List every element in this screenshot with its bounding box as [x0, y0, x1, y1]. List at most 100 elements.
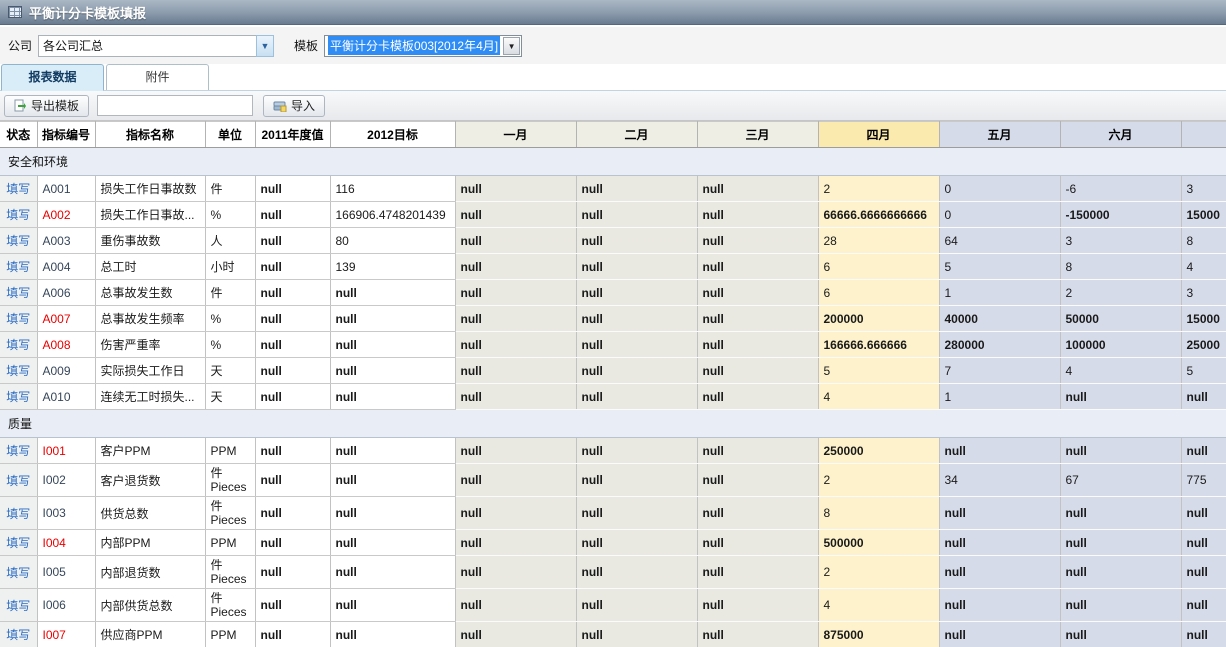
cell-2011-value: null — [255, 622, 330, 647]
tab-attachments[interactable]: 附件 — [106, 64, 209, 90]
cell-2011-value: null — [255, 228, 330, 254]
template-selected-value: 平衡计分卡模板003[2012年4月] — [328, 36, 500, 55]
cell-indicator-code: I005 — [37, 556, 95, 589]
cell-month-value: 67 — [1060, 464, 1181, 497]
cell-indicator-name: 总事故发生频率 — [95, 306, 205, 332]
fill-link[interactable]: 填写 — [6, 390, 30, 404]
cell-month-value: null — [697, 358, 818, 384]
company-combobox[interactable]: ▼ — [38, 35, 274, 57]
indicator-row: 填写A008伤害严重率%nullnullnullnullnull166666.6… — [0, 332, 1226, 358]
fill-link[interactable]: 填写 — [6, 536, 30, 550]
cell-month-value: null — [1181, 622, 1226, 647]
cell-month-value: null — [455, 556, 576, 589]
chevron-down-icon[interactable]: ▼ — [256, 35, 274, 57]
cell-month-value: 4 — [818, 589, 939, 622]
fill-link[interactable]: 填写 — [6, 234, 30, 248]
cell-month-value: null — [1181, 438, 1226, 464]
import-button[interactable]: 导入 — [263, 95, 325, 117]
cell-2012-target: null — [330, 497, 455, 530]
fill-link[interactable]: 填写 — [6, 286, 30, 300]
import-file-input[interactable] — [97, 95, 253, 116]
cell-month-value: null — [939, 622, 1060, 647]
cell-month-value: null — [576, 332, 697, 358]
fill-link[interactable]: 填写 — [6, 260, 30, 274]
cell-month-value: null — [455, 306, 576, 332]
fill-link[interactable]: 填写 — [6, 507, 30, 521]
cell-month-value: null — [455, 358, 576, 384]
cell-2011-value: null — [255, 332, 330, 358]
cell-status: 填写 — [0, 280, 37, 306]
cell-month-value: null — [455, 464, 576, 497]
import-label: 导入 — [291, 97, 315, 114]
cell-month-value: null — [697, 622, 818, 647]
cell-month-value: null — [576, 202, 697, 228]
cell-2011-value: null — [255, 556, 330, 589]
cell-2012-target: null — [330, 384, 455, 410]
cell-month-value: 775 — [1181, 464, 1226, 497]
cell-status: 填写 — [0, 438, 37, 464]
cell-2011-value: null — [255, 530, 330, 556]
cell-month-value: null — [576, 254, 697, 280]
cell-indicator-code: I001 — [37, 438, 95, 464]
cell-month-value: null — [576, 464, 697, 497]
tab-strip: 报表数据 附件 — [0, 64, 1226, 91]
cell-month-value: null — [455, 622, 576, 647]
fill-link[interactable]: 填写 — [6, 208, 30, 222]
cell-month-value: 500000 — [818, 530, 939, 556]
fill-link[interactable]: 填写 — [6, 444, 30, 458]
cell-2012-target: null — [330, 622, 455, 647]
cell-2011-value: null — [255, 202, 330, 228]
fill-link[interactable]: 填写 — [6, 338, 30, 352]
dropdown-arrow-icon[interactable]: ▼ — [503, 37, 520, 55]
fill-link[interactable]: 填写 — [6, 566, 30, 580]
cell-month-value: null — [939, 438, 1060, 464]
cell-month-value: null — [1060, 497, 1181, 530]
cell-month-value: null — [1060, 622, 1181, 647]
cell-2012-target: null — [330, 530, 455, 556]
cell-month-value: 280000 — [939, 332, 1060, 358]
template-select[interactable]: 平衡计分卡模板003[2012年4月] ▼ — [324, 35, 522, 57]
fill-link[interactable]: 填写 — [6, 599, 30, 613]
cell-2012-target: 139 — [330, 254, 455, 280]
indicator-row: 填写I004内部PPMPPMnullnullnullnullnull500000… — [0, 530, 1226, 556]
cell-month-value: null — [576, 589, 697, 622]
cell-indicator-name: 客户PPM — [95, 438, 205, 464]
cell-month-value: 28 — [818, 228, 939, 254]
cell-month-value: null — [697, 464, 818, 497]
fill-link[interactable]: 填写 — [6, 628, 30, 642]
cell-unit: 件 — [205, 280, 255, 306]
cell-month-value: 3 — [1181, 280, 1226, 306]
cell-indicator-code: A002 — [37, 202, 95, 228]
cell-month-value: -150000 — [1060, 202, 1181, 228]
fill-link[interactable]: 填写 — [6, 364, 30, 378]
fill-link[interactable]: 填写 — [6, 474, 30, 488]
cell-unit: 天 — [205, 384, 255, 410]
column-header-month — [1181, 122, 1226, 148]
cell-2012-target: 116 — [330, 176, 455, 202]
cell-month-value: 6 — [818, 280, 939, 306]
cell-2011-value: null — [255, 384, 330, 410]
cell-unit: 小时 — [205, 254, 255, 280]
group-name: 安全和环境 — [0, 148, 1226, 176]
column-header-month: 二月 — [576, 122, 697, 148]
company-input[interactable] — [38, 35, 256, 57]
cell-status: 填写 — [0, 589, 37, 622]
cell-month-value: 5 — [1181, 358, 1226, 384]
fill-link[interactable]: 填写 — [6, 182, 30, 196]
cell-unit: % — [205, 332, 255, 358]
cell-month-value: 25000 — [1181, 332, 1226, 358]
fill-link[interactable]: 填写 — [6, 312, 30, 326]
export-template-button[interactable]: 导出模板 — [4, 95, 89, 117]
cell-status: 填写 — [0, 384, 37, 410]
cell-month-value: 100000 — [1060, 332, 1181, 358]
cell-month-value: null — [697, 556, 818, 589]
cell-month-value: null — [576, 176, 697, 202]
cell-month-value: null — [576, 228, 697, 254]
cell-month-value: null — [1060, 530, 1181, 556]
cell-indicator-name: 内部退货数 — [95, 556, 205, 589]
column-header: 状态 — [0, 122, 37, 148]
cell-month-value: null — [697, 332, 818, 358]
cell-month-value: 3 — [1060, 228, 1181, 254]
cell-month-value: null — [576, 438, 697, 464]
tab-report-data[interactable]: 报表数据 — [1, 64, 104, 91]
